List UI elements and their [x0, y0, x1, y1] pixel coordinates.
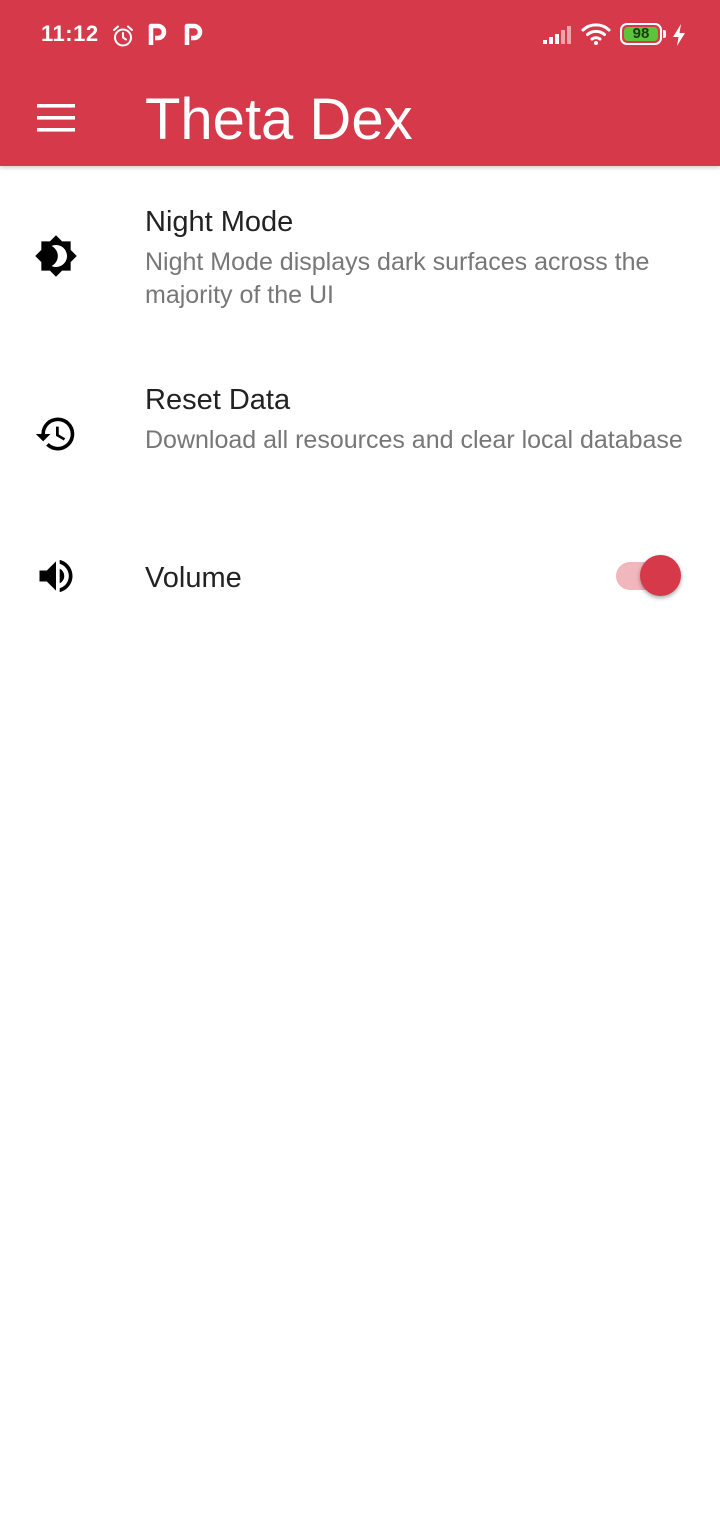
battery-icon: 98 [620, 23, 662, 45]
brightness-moon-icon [35, 235, 77, 277]
signal-icon [543, 26, 571, 44]
restore-history-icon [35, 417, 75, 451]
battery-cap [663, 30, 666, 38]
app-title: Theta Dex [145, 87, 413, 152]
alarm-icon [113, 25, 133, 47]
night-mode-description: Night Mode displays dark surfaces across… [145, 248, 650, 309]
menu-icon [37, 104, 75, 132]
setting-volume: Volume [0, 532, 720, 622]
volume-title: Volume [145, 562, 242, 594]
status-bar: 11:12 98 [0, 0, 720, 70]
menu-button[interactable] [24, 86, 88, 150]
battery-level: 98 [632, 25, 650, 42]
wifi-icon [581, 23, 611, 45]
charging-icon [673, 24, 685, 46]
app-header: 11:12 98 Theta Dex [0, 0, 720, 166]
setting-night-mode[interactable]: Night Mode Night Mode displays dark surf… [0, 176, 720, 336]
settings-screen: 11:12 98 Theta Dex Night Mode Night Mode… [0, 0, 720, 1520]
parking-icon [184, 23, 203, 45]
night-mode-title: Night Mode [145, 206, 294, 238]
volume-toggle[interactable] [612, 552, 684, 600]
volume-up-icon [39, 559, 73, 593]
reset-data-description: Download all resources and clear local d… [145, 426, 683, 454]
reset-data-title: Reset Data [145, 384, 291, 416]
setting-reset-data[interactable]: Reset Data Download all resources and cl… [0, 354, 720, 514]
status-time: 11:12 [41, 21, 99, 46]
volume-toggle-thumb [640, 555, 681, 596]
app-bar: Theta Dex [0, 70, 720, 166]
parking-icon [148, 23, 167, 45]
